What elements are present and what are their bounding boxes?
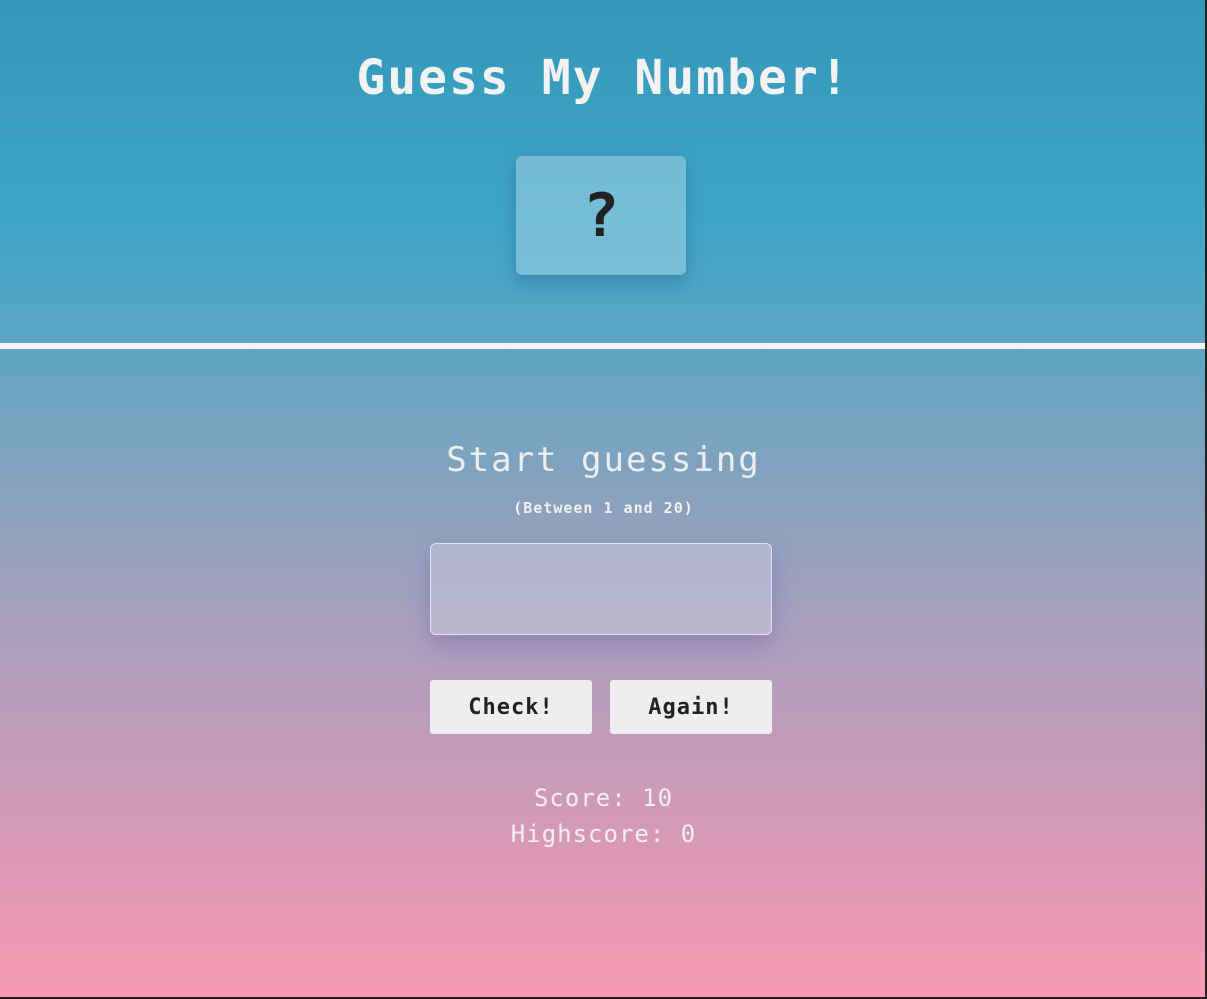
range-hint: (Between 1 and 20) (513, 499, 694, 517)
secret-number-box: ? (516, 156, 686, 275)
secret-number: ? (582, 180, 620, 251)
game-title: Guess My Number! (356, 50, 851, 106)
guess-input[interactable] (430, 543, 772, 635)
stats-panel: Score: 10 Highscore: 0 (0, 780, 1207, 852)
score-label: Score: (533, 784, 627, 812)
highscore-label: Highscore: (510, 820, 666, 848)
again-button[interactable]: Again! (610, 680, 772, 734)
highscore-value: 0 (680, 820, 697, 848)
divider (0, 343, 1207, 349)
check-button[interactable]: Check! (430, 680, 592, 734)
highscore-line: Highscore: 0 (0, 816, 1207, 852)
status-message: Start guessing (446, 440, 761, 480)
score-value: 10 (642, 784, 674, 812)
score-line: Score: 10 (0, 780, 1207, 816)
